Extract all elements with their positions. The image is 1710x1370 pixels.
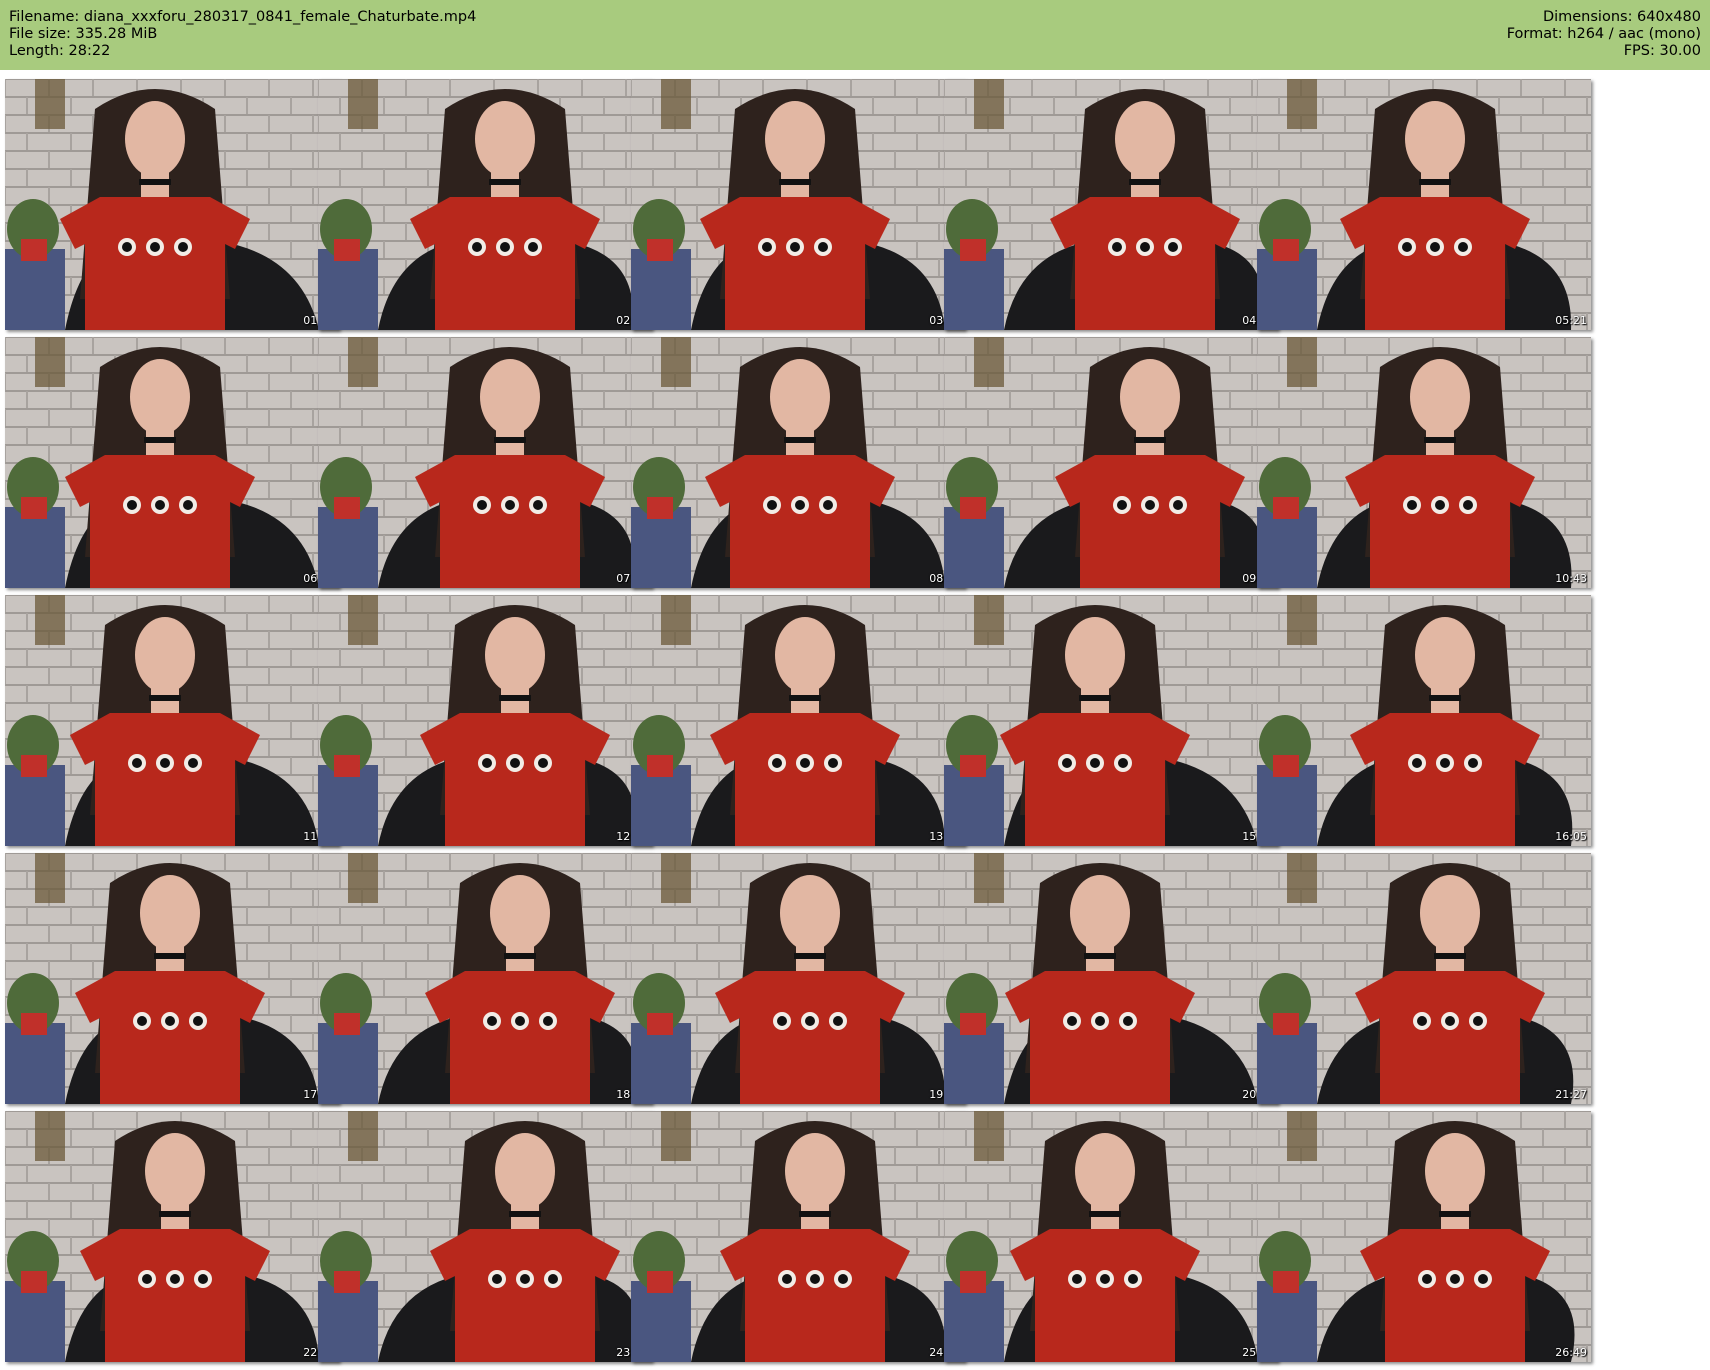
frame-image — [631, 853, 965, 1104]
frame-image — [318, 853, 652, 1104]
frame-image — [5, 337, 339, 588]
video-thumbnail[interactable]: 22:31 — [5, 1111, 339, 1362]
frame-image — [318, 337, 652, 588]
frame-image — [944, 853, 1278, 1104]
video-thumbnail[interactable]: 09:39 — [944, 337, 1278, 588]
frame-image — [318, 595, 652, 846]
frame-image — [944, 79, 1278, 330]
frame-image — [318, 79, 652, 330]
video-thumbnail[interactable]: 02:08 — [318, 79, 652, 330]
video-thumbnail[interactable]: 04:17 — [944, 79, 1278, 330]
video-thumbnail[interactable]: 11:47 — [5, 595, 339, 846]
frame-image — [631, 79, 965, 330]
video-thumbnail[interactable]: 15:01 — [944, 595, 1278, 846]
video-thumbnail[interactable]: 10:43 — [1257, 337, 1591, 588]
frame-image — [1257, 595, 1591, 846]
video-thumbnail[interactable]: 25:44 — [944, 1111, 1278, 1362]
video-thumbnail[interactable]: 18:14 — [318, 853, 652, 1104]
frame-image — [631, 337, 965, 588]
frame-image — [5, 1111, 339, 1362]
thumbnail-timestamp: 05:21 — [1555, 314, 1587, 327]
video-thumbnail[interactable]: 05:21 — [1257, 79, 1591, 330]
video-thumbnail[interactable]: 01:04 — [5, 79, 339, 330]
thumbnail-timestamp: 10:43 — [1555, 572, 1587, 585]
frame-image — [631, 1111, 965, 1362]
frame-image — [944, 337, 1278, 588]
thumbnail-timestamp: 26:49 — [1555, 1346, 1587, 1359]
video-thumbnail[interactable]: 21:27 — [1257, 853, 1591, 1104]
video-thumbnail[interactable]: 08:34 — [631, 337, 965, 588]
frame-image — [5, 853, 339, 1104]
video-thumbnail[interactable]: 13:56 — [631, 595, 965, 846]
video-thumbnail[interactable]: 12:52 — [318, 595, 652, 846]
video-thumbnail[interactable]: 26:49 — [1257, 1111, 1591, 1362]
frame-image — [944, 1111, 1278, 1362]
video-thumbnail[interactable]: 20:22 — [944, 853, 1278, 1104]
video-thumbnail[interactable]: 16:05 — [1257, 595, 1591, 846]
video-thumbnail[interactable]: 06:26 — [5, 337, 339, 588]
frame-image — [318, 1111, 652, 1362]
frame-image — [1257, 337, 1591, 588]
thumbnail-timestamp: 21:27 — [1555, 1088, 1587, 1101]
video-thumbnail[interactable]: 03:13 — [631, 79, 965, 330]
frame-image — [5, 79, 339, 330]
thumbnail-timestamp: 16:05 — [1555, 830, 1587, 843]
frame-image — [1257, 1111, 1591, 1362]
frame-image — [944, 595, 1278, 846]
video-thumbnail[interactable]: 24:40 — [631, 1111, 965, 1362]
video-thumbnail[interactable]: 07:30 — [318, 337, 652, 588]
frame-image — [631, 595, 965, 846]
video-thumbnail[interactable]: 17:09 — [5, 853, 339, 1104]
video-thumbnail[interactable]: 23:35 — [318, 1111, 652, 1362]
frame-image — [1257, 853, 1591, 1104]
frame-image — [1257, 79, 1591, 330]
thumbnail-grid: 01:04 02:08 — [0, 0, 1710, 1370]
frame-image — [5, 595, 339, 846]
video-thumbnail[interactable]: 19:18 — [631, 853, 965, 1104]
